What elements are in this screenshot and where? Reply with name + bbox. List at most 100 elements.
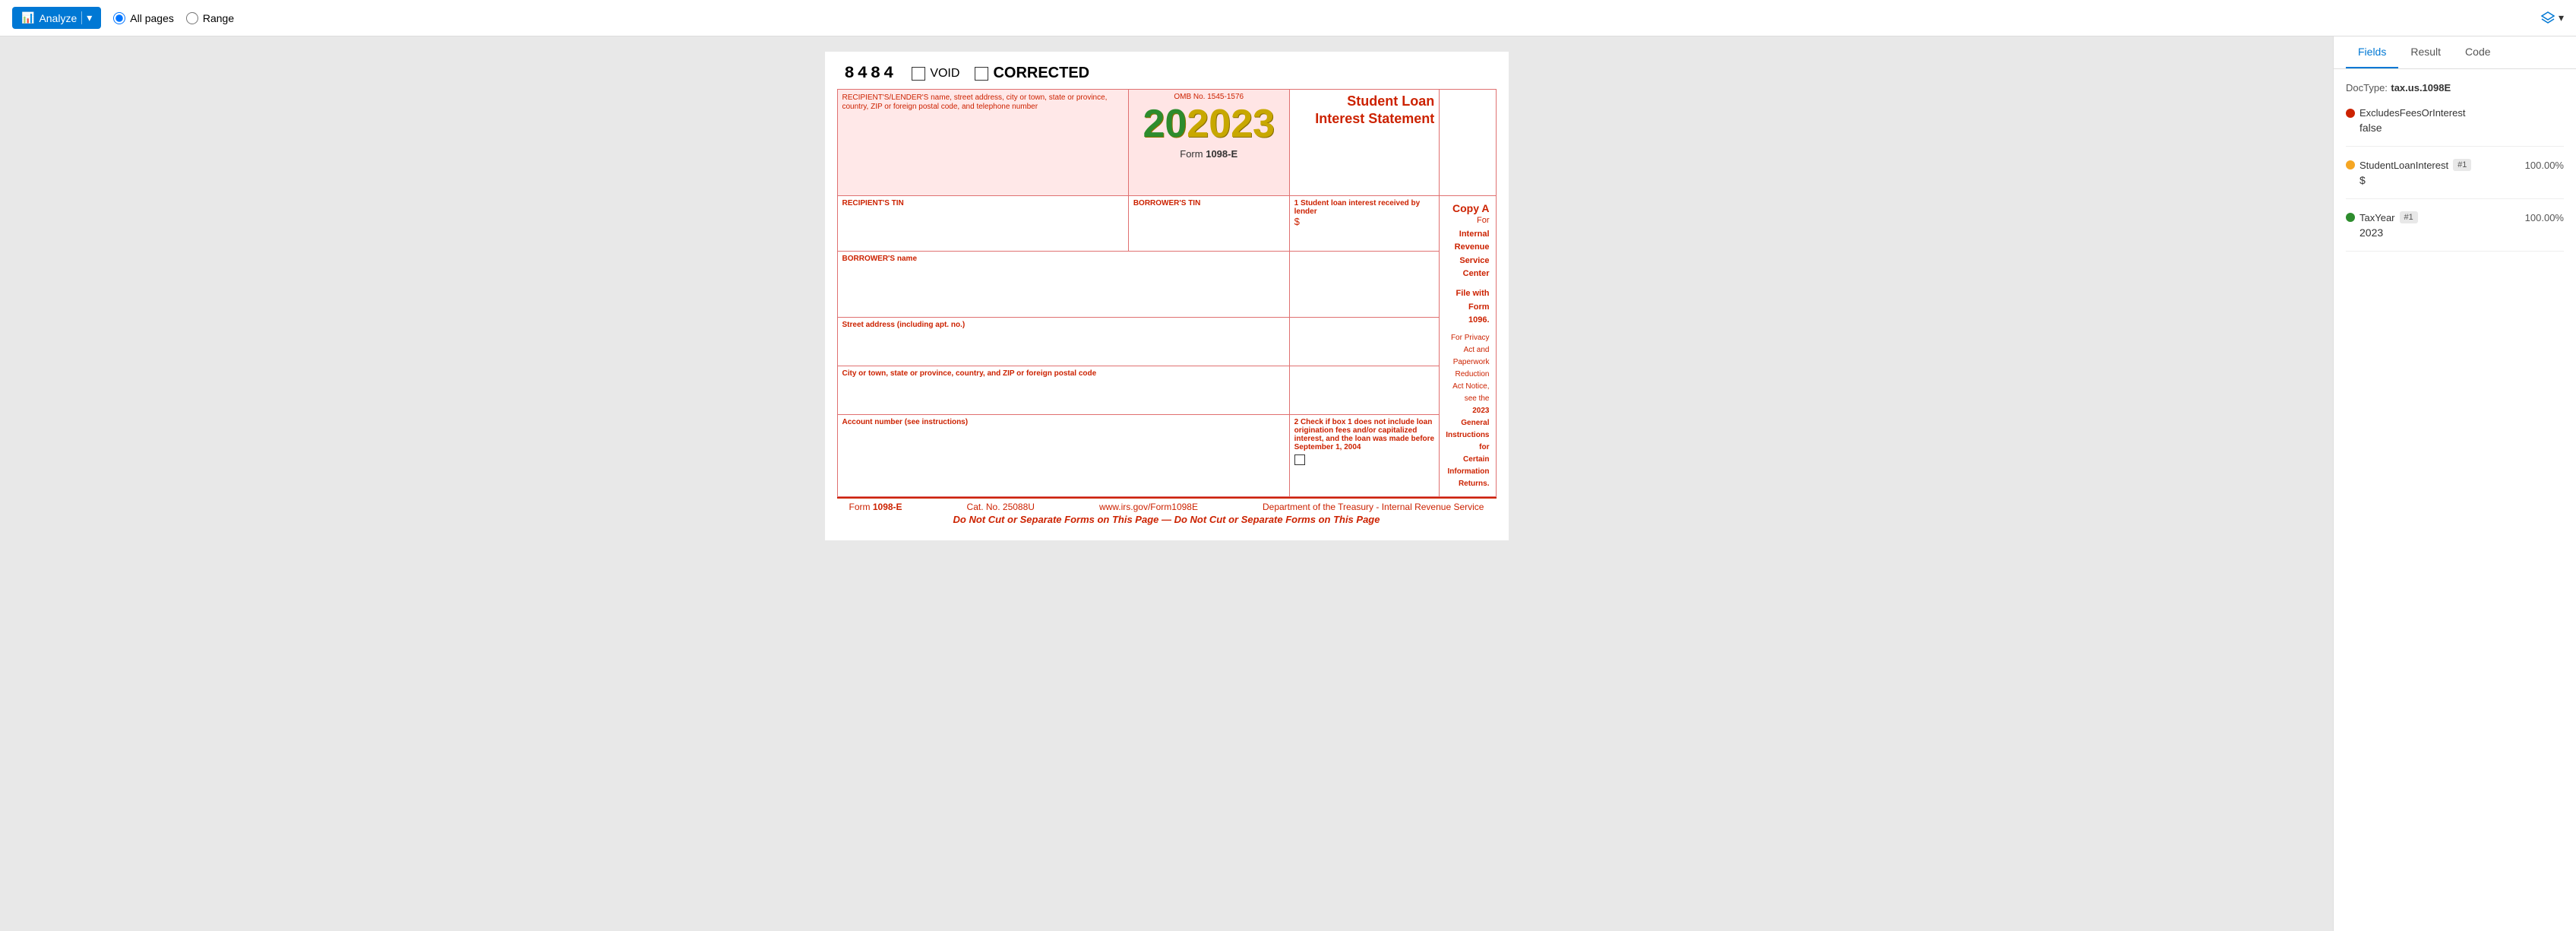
form-id-value: 1098-E (1206, 148, 1237, 160)
field-name-group: ExcludesFeesOrInterest (2346, 107, 2465, 119)
box1-label: 1 Student loan interest received by lend… (1294, 199, 1435, 216)
year-cell: OMB No. 1545-1576 202023 Form 1098-E (1128, 90, 1289, 196)
field-excludes-fees: ExcludesFeesOrInterest false (2346, 107, 2564, 147)
tax-year-name: TaxYear (2359, 212, 2395, 223)
topbar-right: ▾ (2540, 11, 2564, 26)
main-content: 8484 VOID CORRECTED RECIPIENT'S/LENDER'S… (0, 36, 2576, 931)
top-bar: 📊 Analyze ▾ All pages Range ▾ (0, 0, 2576, 36)
borrower-name-row: BORROWER'S name (837, 251, 1496, 317)
borrower-tin-cell: BORROWER'S TIN (1128, 196, 1289, 252)
city-cell: City or town, state or province, country… (837, 366, 1289, 415)
excludes-fees-dot (2346, 109, 2355, 118)
doctype-row: DocType: tax.us.1098E (2346, 81, 2564, 95)
corrected-check-group: CORRECTED (975, 65, 1089, 82)
field-student-loan-name-group: StudentLoanInterest #1 (2346, 159, 2471, 171)
panel-tabs: Fields Result Code (2334, 36, 2576, 69)
box1-cell: 1 Student loan interest received by lend… (1289, 196, 1440, 252)
year-badge: 202023 (1143, 104, 1275, 144)
chart-icon: 📊 (21, 11, 34, 24)
bottom-bar-top: Form 1098-E Cat. No. 25088U www.irs.gov/… (849, 502, 1484, 512)
tab-fields[interactable]: Fields (2346, 36, 2398, 68)
form-container: 8484 VOID CORRECTED RECIPIENT'S/LENDER'S… (825, 52, 1509, 540)
copy-a-irs: Internal RevenueService Center (1455, 230, 1490, 279)
header-row: RECIPIENT'S/LENDER'S name, street addres… (837, 90, 1496, 196)
city-row: City or town, state or province, country… (837, 366, 1496, 415)
borrower-name-label: BORROWER'S name (842, 255, 1285, 263)
cat-no: Cat. No. 25088U (967, 502, 1035, 512)
range-radio[interactable] (186, 12, 198, 24)
form-title: Student Loan Interest Statement (1294, 93, 1435, 128)
tax-year-confidence: 100.00% (2525, 212, 2564, 223)
street-right-cell (1289, 318, 1440, 366)
year-23: 2023 (1187, 102, 1275, 146)
excludes-fees-name: ExcludesFeesOrInterest (2359, 107, 2465, 119)
bottom-bar: Form 1098-E Cat. No. 25088U www.irs.gov/… (837, 497, 1497, 528)
tab-code[interactable]: Code (2453, 36, 2502, 68)
city-right-cell (1289, 366, 1440, 415)
bottom-form-ref: Form 1098-E (849, 502, 902, 512)
borrower-name-cell: BORROWER'S name (837, 251, 1289, 317)
layers-icon[interactable]: ▾ (2540, 11, 2564, 26)
box2-label: 2 Check if box 1 does not include loan o… (1294, 418, 1435, 451)
void-check-group: VOID (912, 67, 959, 81)
tax-year-tag: #1 (2400, 211, 2418, 223)
title-cell: Student Loan Interest Statement (1289, 90, 1440, 196)
copy-a-for: For Internal RevenueService Center (1446, 214, 1489, 281)
copy-a-cell: Copy A For Internal RevenueService Cente… (1440, 196, 1496, 497)
layers-chevron[interactable]: ▾ (2559, 11, 2564, 24)
recipient-tin-label: RECIPIENT'S TIN (842, 199, 1124, 207)
range-option[interactable]: Range (186, 12, 234, 24)
panel-content: DocType: tax.us.1098E ExcludesFeesOrInte… (2334, 69, 2576, 276)
right-panel: Fields Result Code DocType: tax.us.1098E… (2333, 36, 2576, 931)
tax-year-value: 2023 (2346, 226, 2564, 239)
student-loan-confidence: 100.00% (2525, 160, 2564, 171)
dept-label: Department of the Treasury - Internal Re… (1263, 502, 1484, 512)
tin-row: RECIPIENT'S TIN BORROWER'S TIN 1 Student… (837, 196, 1496, 252)
student-loan-name: StudentLoanInterest (2359, 160, 2448, 171)
void-label: VOID (930, 67, 959, 81)
doctype-label: DocType: (2346, 82, 2388, 93)
box2-cell: 2 Check if box 1 does not include loan o… (1289, 415, 1440, 497)
privacy-text: For Privacy Act andPaperwork ReductionAc… (1446, 332, 1489, 490)
street-cell: Street address (including apt. no.) (837, 318, 1289, 366)
tab-result[interactable]: Result (2398, 36, 2453, 68)
field-student-loan-header: StudentLoanInterest #1 100.00% (2346, 159, 2564, 171)
form-number: 8484 (845, 64, 897, 83)
range-label: Range (203, 12, 234, 24)
year-20: 20 (1143, 102, 1187, 146)
tax-year-dot (2346, 213, 2355, 222)
website: www.irs.gov/Form1098E (1099, 502, 1198, 512)
field-tax-year-header: TaxYear #1 100.00% (2346, 211, 2564, 223)
bottom-form-id: 1098-E (873, 502, 902, 512)
lender-cell: RECIPIENT'S/LENDER'S name, street addres… (837, 90, 1128, 196)
box1-dollar: $ (1294, 216, 1435, 227)
document-area: 8484 VOID CORRECTED RECIPIENT'S/LENDER'S… (0, 36, 2333, 931)
page-range-group: All pages Range (113, 12, 234, 24)
void-checkbox[interactable] (912, 67, 925, 81)
student-loan-tag: #1 (2453, 159, 2471, 171)
all-pages-option[interactable]: All pages (113, 12, 174, 24)
analyze-button[interactable]: 📊 Analyze ▾ (12, 7, 101, 29)
corrected-label: CORRECTED (993, 65, 1089, 82)
account-label: Account number (see instructions) (842, 418, 1285, 426)
analyze-chevron[interactable]: ▾ (81, 11, 92, 24)
copy-a-file: File with Form 1096. (1446, 287, 1489, 328)
account-cell: Account number (see instructions) (837, 415, 1289, 497)
box2-checkbox[interactable] (1294, 454, 1305, 465)
form-header-row: 8484 VOID CORRECTED (837, 64, 1497, 83)
account-row: Account number (see instructions) 2 Chec… (837, 415, 1496, 497)
omb-label: OMB No. 1545-1576 (1133, 93, 1285, 101)
form-table: RECIPIENT'S/LENDER'S name, street addres… (837, 89, 1497, 497)
file-with-label: File with Form 1096. (1456, 289, 1490, 325)
form-id-bottom: Form 1098-E (1133, 148, 1285, 160)
field-tax-year-name-group: TaxYear #1 (2346, 211, 2418, 223)
do-not-cut: Do Not Cut or Separate Forms on This Pag… (849, 514, 1484, 525)
field-excludes-fees-header: ExcludesFeesOrInterest (2346, 107, 2564, 119)
student-loan-dot (2346, 160, 2355, 169)
field-tax-year: TaxYear #1 100.00% 2023 (2346, 211, 2564, 252)
copy-a-for-label: For (1477, 216, 1490, 225)
borrower-tin-label: BORROWER'S TIN (1133, 199, 1285, 207)
corrected-checkbox[interactable] (975, 67, 988, 81)
copy-a-title: Copy A (1446, 202, 1489, 214)
all-pages-radio[interactable] (113, 12, 125, 24)
